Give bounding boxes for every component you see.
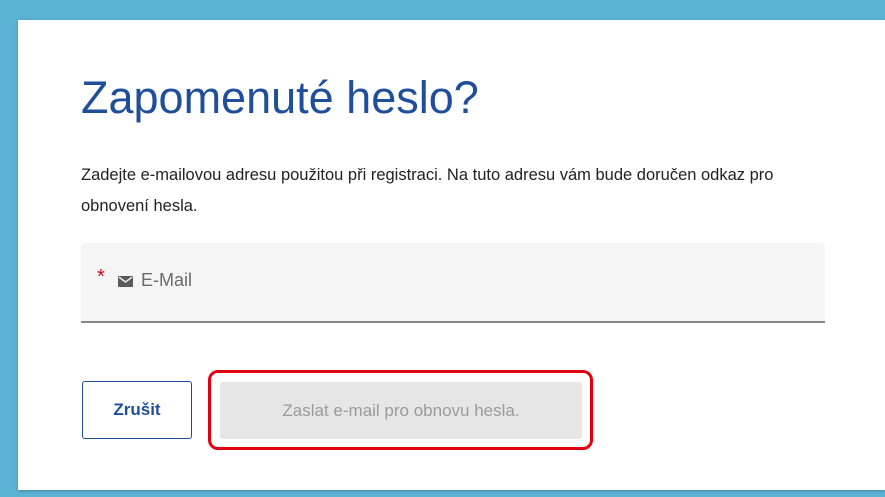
cancel-button[interactable]: Zrušit <box>82 381 192 439</box>
send-reset-email-button[interactable]: Zaslat e-mail pro obnovu hesla. <box>220 382 582 439</box>
required-marker: * <box>97 266 105 288</box>
mail-icon <box>118 276 133 287</box>
instructions-text: Zadejte e-mailovou adresu použitou při r… <box>81 166 774 215</box>
page-title: Zapomenuté heslo? <box>81 72 479 123</box>
email-field[interactable]: * <box>81 243 825 323</box>
forgot-password-card: Zapomenuté heslo? Zadejte e-mailovou adr… <box>18 20 885 490</box>
email-input[interactable] <box>141 265 801 295</box>
